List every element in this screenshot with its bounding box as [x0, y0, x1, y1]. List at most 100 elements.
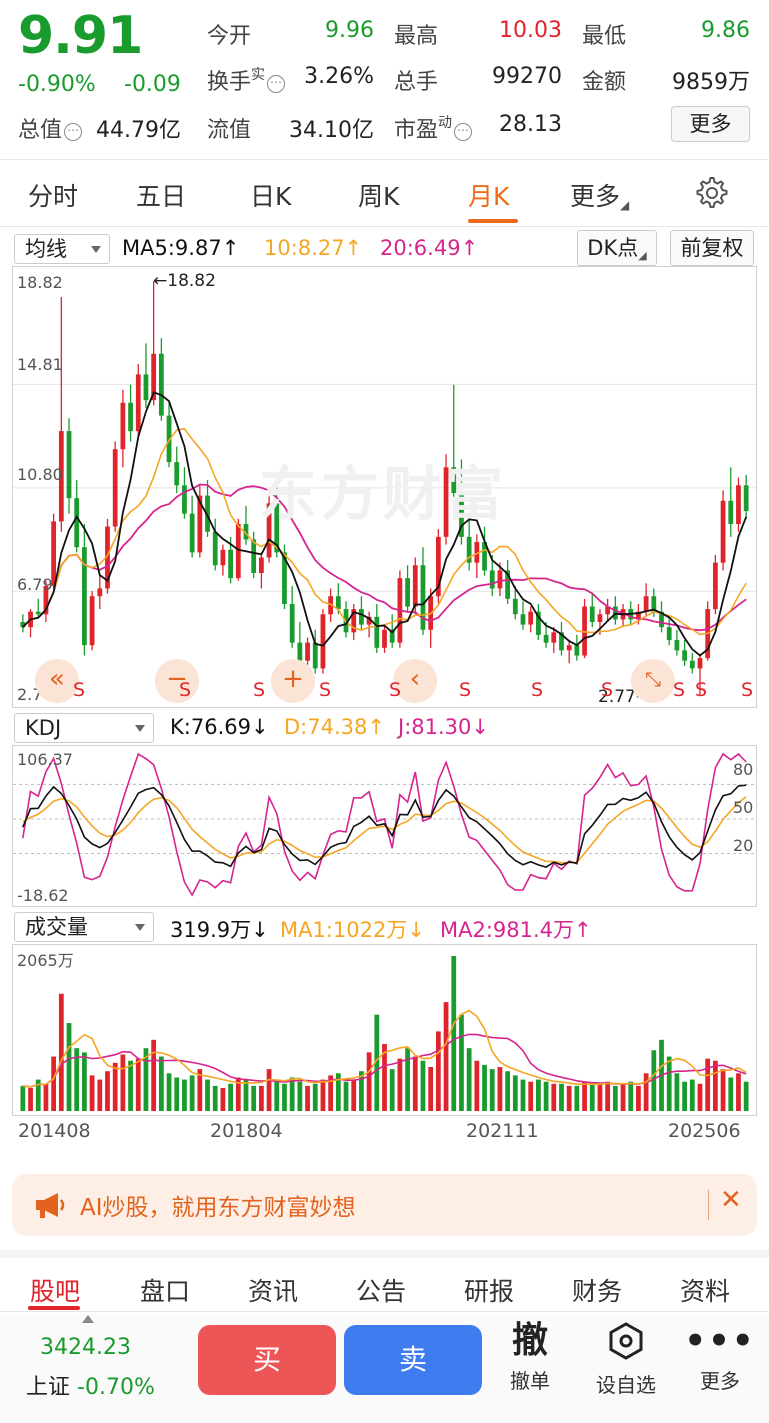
volume-bar — [482, 1064, 487, 1111]
candle-body — [120, 402, 126, 450]
volume-bar — [166, 1073, 172, 1111]
more-actions-button[interactable]: ••• 更多 — [680, 1321, 760, 1394]
max-price-marker: ←18.82 — [153, 271, 216, 291]
tab-weekly-k[interactable]: 周K — [358, 177, 399, 213]
kdj-indicator-select[interactable]: KDJ — [14, 713, 154, 743]
tab-order-book[interactable]: 盘口 — [140, 1272, 190, 1308]
close-icon[interactable]: ✕ — [720, 1185, 742, 1215]
candle-body — [528, 611, 534, 625]
dk-points-button[interactable]: DK点◢ — [577, 230, 657, 266]
pe-label: 市盈动 ⋯ — [394, 112, 473, 144]
y-tick-4: 6.79 — [17, 575, 53, 594]
high-label: 最高 — [394, 24, 439, 49]
volume-chart — [20, 956, 749, 1111]
index-value[interactable]: 3424.23 — [40, 1335, 131, 1360]
volume-bar — [682, 1081, 687, 1111]
price-adjust-button[interactable]: 前复权 — [670, 230, 754, 266]
ma10-readout: 10:8.27↑ — [264, 236, 363, 260]
cancel-order-button[interactable]: 撤 撤单 — [490, 1321, 570, 1394]
sell-marker: S — [179, 679, 192, 701]
tab-forum[interactable]: 股吧 — [30, 1272, 80, 1308]
volume-bar — [643, 1073, 649, 1111]
index-change: -0.70% — [77, 1375, 155, 1400]
volume-bar — [66, 1023, 72, 1111]
open-label: 今开 — [207, 24, 252, 49]
kdj-panel[interactable]: 106.37 -18.62 80 50 20 — [12, 745, 757, 907]
volume-bar — [428, 1067, 434, 1111]
volume-bar — [443, 1002, 449, 1111]
volume-bar — [43, 1083, 49, 1111]
tab-intraday[interactable]: 分时 — [28, 177, 78, 213]
candle-body — [574, 645, 580, 656]
volume-bar — [220, 1087, 226, 1111]
volume-bar — [189, 1075, 195, 1111]
candle-body — [712, 562, 718, 610]
high-value: 10.03 — [499, 18, 562, 43]
buy-button[interactable]: 买 — [198, 1325, 336, 1395]
x-label: 201408 — [18, 1120, 91, 1142]
candlestick-panel[interactable]: 18.82 14.81 10.80 6.79 2.77 ←18.82 2.77→… — [12, 266, 757, 708]
tab-research[interactable]: 研报 — [464, 1272, 514, 1308]
mktcap-label: 总值 ⋯ — [18, 112, 83, 144]
candle-body — [97, 588, 103, 597]
candle-body — [112, 449, 118, 527]
add-watchlist-button[interactable]: 设自选 — [586, 1321, 666, 1398]
candle-body — [143, 374, 149, 401]
sell-marker: S — [673, 679, 686, 701]
tab-monthly-k[interactable]: 月K — [468, 177, 509, 213]
tab-daily-k[interactable]: 日K — [250, 177, 291, 213]
index-row[interactable]: 上证 -0.70% — [26, 1369, 155, 1401]
amount-label: 金额 — [582, 70, 627, 95]
ad-banner[interactable]: AI炒股，就用东方财富妙想 ✕ — [12, 1174, 757, 1236]
volume-bar — [435, 1031, 441, 1111]
candle-body — [235, 523, 241, 579]
candle-body — [305, 642, 310, 661]
volume-bar — [89, 1075, 95, 1111]
mktcap-value: 44.79亿 — [96, 118, 181, 143]
volume-bar — [459, 1014, 464, 1111]
candle-body — [128, 402, 133, 432]
tab-news[interactable]: 资讯 — [248, 1272, 298, 1308]
candle-body — [74, 498, 80, 548]
more-quote-button[interactable]: 更多 — [671, 106, 750, 142]
fullscreen-icon[interactable]: ⤡ — [631, 659, 675, 703]
expand-up-icon[interactable] — [82, 1315, 94, 1323]
sell-marker: S — [601, 679, 614, 701]
x-label: 201804 — [210, 1120, 283, 1142]
volume-bar — [528, 1081, 534, 1111]
candle-body — [551, 632, 557, 643]
watermark: 东方财富 — [259, 460, 508, 528]
volume-bar — [589, 1083, 595, 1111]
gear-icon[interactable] — [694, 175, 730, 211]
volume-bar — [405, 1048, 410, 1111]
candle-body — [320, 614, 326, 669]
volume-bar — [312, 1083, 318, 1111]
info-icon[interactable]: ⋯ — [64, 123, 83, 141]
corner-arrow-icon: ◢ — [620, 198, 630, 212]
volume-bar — [474, 1060, 480, 1111]
candle-body — [359, 609, 364, 625]
candle-body — [174, 462, 180, 486]
candle-body — [682, 650, 687, 661]
zoom-out-button[interactable]: − — [155, 659, 199, 703]
sell-button[interactable]: 卖 — [344, 1325, 482, 1395]
ma-indicator-select[interactable]: 均线 — [14, 234, 110, 264]
tab-five-day[interactable]: 五日 — [136, 177, 186, 213]
volume-bar — [174, 1077, 180, 1111]
zoom-in-button[interactable]: + — [271, 659, 315, 703]
x-label: 202111 — [466, 1120, 539, 1142]
tab-profile[interactable]: 资料 — [680, 1272, 730, 1308]
volume-indicator-select[interactable]: 成交量 — [14, 912, 154, 942]
volume-bar — [497, 1067, 503, 1111]
tab-financials[interactable]: 财务 — [572, 1272, 622, 1308]
tab-announcements[interactable]: 公告 — [356, 1272, 406, 1308]
tab-more-periods[interactable]: 更多◢ — [570, 177, 629, 213]
volume-panel[interactable]: 2065万 — [12, 944, 757, 1116]
info-icon[interactable]: ⋯ — [454, 123, 473, 141]
volume-bar — [205, 1079, 210, 1111]
info-icon[interactable]: ⋯ — [267, 75, 286, 93]
volume-bar — [466, 1048, 472, 1111]
candle-body — [251, 539, 257, 573]
candle-body — [597, 614, 603, 623]
volume-label: 总手 — [394, 70, 439, 95]
